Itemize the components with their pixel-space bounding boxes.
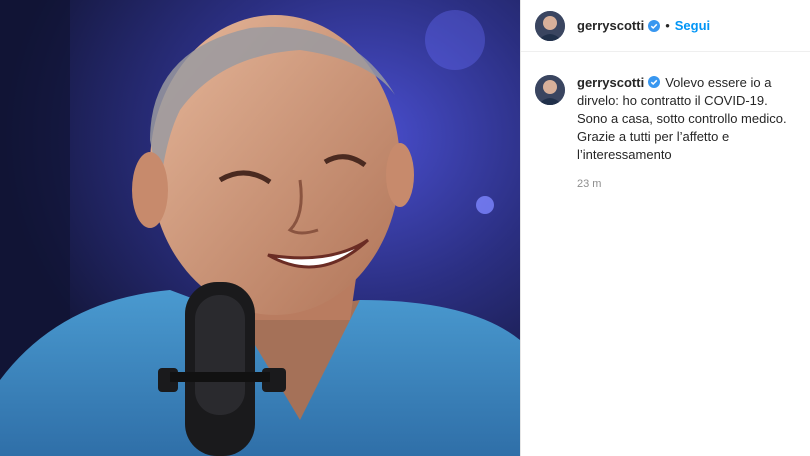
separator-dot: • bbox=[665, 18, 670, 33]
caption-body: gerryscotti Volevo essere io a dirvelo: … bbox=[577, 74, 797, 164]
caption-username[interactable]: gerryscotti bbox=[577, 75, 644, 90]
avatar-icon bbox=[535, 75, 565, 105]
post-photo-illustration bbox=[0, 0, 520, 456]
caption-comment: gerryscotti Volevo essere io a dirvelo: … bbox=[521, 52, 810, 164]
avatar[interactable] bbox=[535, 10, 565, 41]
header-username[interactable]: gerryscotti bbox=[577, 18, 644, 33]
avatar-icon bbox=[535, 10, 565, 41]
post-header: gerryscotti • Segui bbox=[521, 0, 810, 52]
avatar[interactable] bbox=[535, 75, 565, 105]
post-timestamp[interactable]: 23 m bbox=[577, 178, 810, 190]
verified-badge-icon bbox=[648, 19, 661, 32]
post-sidebar: gerryscotti • Segui gerryscotti Volevo e… bbox=[520, 0, 810, 456]
post-image[interactable] bbox=[0, 0, 520, 456]
verified-badge-icon bbox=[648, 76, 661, 88]
follow-button[interactable]: Segui bbox=[675, 18, 710, 33]
